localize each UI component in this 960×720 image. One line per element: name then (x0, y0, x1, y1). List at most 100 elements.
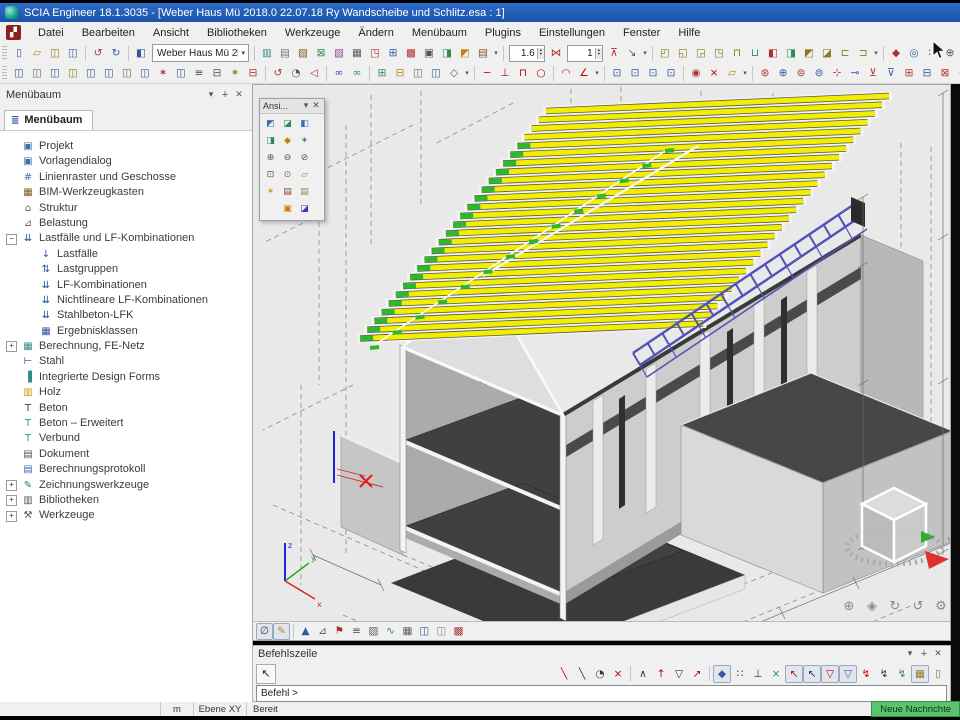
expand-box-icon[interactable]: + (6, 495, 17, 506)
zoom-selection-icon[interactable]: ⊙ (280, 168, 295, 183)
sidebar-item-bim-werkzeugkasten[interactable]: ▦BIM-Werkzeugkasten (0, 185, 252, 200)
text-toggle-icon[interactable]: ≡ (348, 623, 365, 640)
perpendicular-tool-icon[interactable]: ⊥ (496, 64, 514, 82)
visibility-icon[interactable]: ◫ (427, 64, 445, 82)
support-icon[interactable]: ⊹ (828, 64, 846, 82)
snap-midpoint-icon[interactable]: ◆ (713, 665, 731, 683)
wall-tool-icon[interactable]: ◰ (656, 44, 674, 62)
frame-tool-icon[interactable]: ⊔ (746, 44, 764, 62)
snap-direction-icon[interactable]: ↑ (652, 665, 670, 683)
snap-vector-icon[interactable]: ↗ (688, 665, 706, 683)
report-icon[interactable]: ▤ (474, 44, 492, 62)
menu-item-bearbeiten[interactable]: Bearbeiten (73, 24, 144, 42)
snap-edge-icon[interactable]: ▽ (839, 665, 857, 683)
expand-box-icon[interactable]: + (6, 480, 17, 491)
hide-icon[interactable]: × (705, 64, 723, 82)
spin-input[interactable]: 1▴▾ (567, 45, 603, 62)
status-unit[interactable]: m (161, 702, 194, 716)
menu-item-hilfe[interactable]: Hilfe (669, 24, 709, 42)
sidebar-item-belastung[interactable]: ⊿Belastung (0, 216, 252, 231)
snap-orthogonal-icon[interactable]: ⊥ (749, 665, 767, 683)
snap-endpoint-icon[interactable]: ↖ (785, 665, 803, 683)
support-icon[interactable]: ⊜ (792, 64, 810, 82)
new-project-icon[interactable]: ▯ (10, 44, 28, 62)
more-tools-arrow-icon[interactable]: ▾ (593, 69, 601, 77)
zoom-out-icon[interactable]: ⊖ (280, 151, 295, 166)
hinge-icon[interactable]: ⊕ (774, 64, 792, 82)
extend-entity-icon[interactable]: ◫ (118, 64, 136, 82)
zoom-window-icon[interactable]: ⊡ (263, 168, 278, 183)
zoom-in-icon[interactable]: ⊕ (263, 151, 278, 166)
sidebar-item-lastgruppen[interactable]: ⇅Lastgruppen (0, 262, 252, 277)
menu-item-werkzeuge[interactable]: Werkzeuge (276, 24, 349, 42)
view-x-icon[interactable]: ◩ (263, 117, 278, 132)
sidebar-item-verbund[interactable]: TVerbund (0, 431, 252, 446)
plate-tool-icon[interactable]: ◧ (764, 44, 782, 62)
angle-tool-icon[interactable]: ∠ (575, 64, 593, 82)
orbit-icon[interactable]: ↻ (887, 599, 903, 615)
loads-toggle-icon[interactable]: ◫ (433, 623, 450, 640)
panel-pin-icon[interactable]: ∔ (917, 649, 931, 659)
rotate-entity-icon[interactable]: ◫ (46, 64, 64, 82)
sidebar-item-vorlagendialog[interactable]: ▣Vorlagendialog (0, 154, 252, 169)
snap-member-icon[interactable]: ↯ (875, 665, 893, 683)
save-view-icon[interactable]: ▱ (297, 168, 312, 183)
sidebar-item-berechnungsprotokoll[interactable]: ▤Berechnungsprotokoll (0, 462, 252, 477)
polyline-tool-icon[interactable]: ⊓ (514, 64, 532, 82)
orbit-back-icon[interactable]: ↺ (910, 599, 926, 615)
subtract-icon[interactable]: ⊟ (208, 64, 226, 82)
project-selector-dropdown[interactable]: Weber Haus Mü 20▾ (152, 44, 249, 62)
sidebar-item-stahlbeton-lfk[interactable]: ⇊Stahlbeton-LFK (0, 308, 252, 323)
solid-tool-icon[interactable]: ⊡ (608, 64, 626, 82)
new-messages-button[interactable]: Neue Nachrichte (871, 701, 960, 717)
menu-item-ansicht[interactable]: Ansicht (144, 24, 198, 42)
view-settings-icon[interactable]: ⚙ (933, 599, 949, 615)
more-tools-arrow-icon[interactable]: ▾ (872, 49, 880, 57)
panel-close-icon[interactable]: ✕ (232, 90, 246, 100)
mirror-entity-icon[interactable]: ◫ (64, 64, 82, 82)
hinge-icon[interactable]: ⊸ (846, 64, 864, 82)
navcube-toggle-icon[interactable]: ◈ (864, 599, 880, 615)
menu-item-ändern[interactable]: Ändern (349, 24, 402, 42)
snap-arc-icon[interactable]: ◔ (591, 665, 609, 683)
scale-entity-icon[interactable]: ◫ (136, 64, 154, 82)
search-icon[interactable]: ◎ (905, 44, 923, 62)
sidebar-item-nichtlineare-lf-kombinationen[interactable]: ⇊Nichtlineare LF-Kombinationen (0, 293, 252, 308)
copy-entity-icon[interactable]: ◫ (10, 64, 28, 82)
sidebar-item-stahl[interactable]: ⊢Stahl (0, 354, 252, 369)
sidebar-item-linienraster-und-geschosse[interactable]: #Linienraster und Geschosse (0, 170, 252, 185)
sidebar-item-bibliotheken[interactable]: +▥Bibliotheken (0, 493, 252, 508)
shell-tool-icon[interactable]: ◪ (818, 44, 836, 62)
scia-menu-icon[interactable]: ▞ (6, 25, 21, 40)
labels-toggle-icon[interactable]: ⚑ (331, 623, 348, 640)
layers-icon[interactable]: ▤ (276, 44, 294, 62)
sidebar-item-ergebnisklassen[interactable]: ▦Ergebnisklassen (0, 324, 252, 339)
snap-point-icon[interactable]: ↯ (893, 665, 911, 683)
results-icon[interactable]: ▩ (402, 44, 420, 62)
section-toggle-icon[interactable]: ⊿ (314, 623, 331, 640)
stretch-entity-icon[interactable]: ◫ (82, 64, 100, 82)
redo-icon[interactable]: ↻ (107, 44, 125, 62)
load-scale-icon[interactable]: ⋈ (547, 44, 565, 62)
snap-plane-icon[interactable]: ▽ (670, 665, 688, 683)
expand-box-icon[interactable]: + (6, 511, 17, 522)
wall-tool-icon[interactable]: ◳ (710, 44, 728, 62)
intersect-icon[interactable]: ✶ (226, 64, 244, 82)
more-tools-arrow-icon[interactable]: ▾ (741, 69, 749, 77)
disconnect-members-icon[interactable]: ∞ (348, 64, 366, 82)
sidebar-item-lastfälle[interactable]: ↓Lastfälle (0, 247, 252, 262)
menu-item-plugins[interactable]: Plugins (476, 24, 530, 42)
circle-tool-icon[interactable]: ○ (532, 64, 550, 82)
snap-nearest-icon[interactable]: ↖ (803, 665, 821, 683)
pointer-mode-button[interactable]: ↖ (256, 664, 276, 684)
solid-tool-icon[interactable]: ⊡ (626, 64, 644, 82)
panel-pin-icon[interactable]: ∔ (218, 90, 232, 100)
line-grid-icon[interactable]: ▯ (929, 665, 947, 683)
solid-tool-icon[interactable]: ⊡ (644, 64, 662, 82)
menu-item-bibliotheken[interactable]: Bibliotheken (198, 24, 276, 42)
image-psе-icon[interactable]: ▤ (280, 185, 295, 200)
cross-section-icon[interactable]: ⊠ (312, 44, 330, 62)
menu-item-menübaum[interactable]: Menübaum (403, 24, 476, 42)
opening-tool-icon[interactable]: ⊏ (836, 44, 854, 62)
sidebar-item-integrierte-design-forms[interactable]: ▐Integrierte Design Forms (0, 370, 252, 385)
